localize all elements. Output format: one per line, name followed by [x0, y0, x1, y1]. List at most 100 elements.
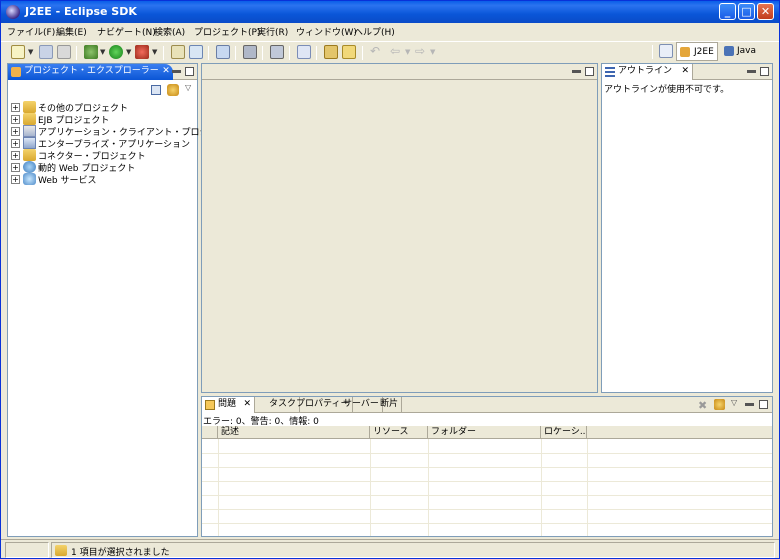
deploy-icon[interactable] [243, 45, 257, 59]
tab-tasks-label: タスク [269, 399, 297, 409]
status-fast-view[interactable] [5, 542, 49, 558]
tab-problems[interactable]: 問題 ✕ [202, 397, 256, 413]
open-file-icon[interactable] [297, 45, 311, 59]
open-perspective-icon[interactable] [659, 44, 673, 58]
run-icon[interactable] [109, 45, 123, 59]
outline-view: アウトライン ✕ アウトラインが使用不可です。 [601, 63, 773, 393]
status-message: 1 項目が選択されました [71, 548, 170, 558]
minimize-view-icon[interactable] [745, 403, 754, 406]
collapse-all-icon[interactable] [151, 85, 161, 95]
link-with-editor-icon[interactable] [167, 84, 179, 96]
maximize-view-icon[interactable] [759, 400, 768, 409]
tab-problems-label: 問題 [218, 399, 237, 409]
toolbar-separator [235, 46, 236, 60]
tab-outline[interactable]: アウトライン ✕ [602, 64, 694, 80]
tab-project-explorer[interactable]: プロジェクト・エクスプローラー ✕ [8, 64, 173, 80]
close-tab-icon[interactable]: ✕ [681, 64, 689, 79]
column-folder[interactable]: フォルダー [428, 426, 541, 439]
perspective-j2ee[interactable]: J2EE [676, 42, 718, 61]
column-resource[interactable]: リソース [370, 426, 428, 439]
forward-dropdown-icon[interactable]: ▼ [430, 48, 435, 56]
column-icon[interactable] [202, 426, 218, 439]
view-menu-icon[interactable]: ▽ [185, 83, 191, 92]
minimize-button[interactable]: _ [719, 3, 736, 20]
expand-icon[interactable]: + [11, 163, 20, 172]
title-bar[interactable]: J2EE - Eclipse SDK _ □ ✕ [1, 1, 779, 23]
debug-icon[interactable] [84, 45, 98, 59]
toolbar-separator [289, 46, 290, 60]
run-dropdown-icon[interactable]: ▼ [126, 48, 131, 56]
pencil-icon[interactable] [342, 45, 356, 59]
outline-icon [605, 67, 615, 77]
maximize-button[interactable]: □ [738, 3, 755, 20]
back-icon[interactable]: ⇦ [390, 45, 404, 59]
editor-area-header [202, 64, 597, 80]
column-description[interactable]: 記述 [218, 426, 370, 439]
maximize-view-icon[interactable] [760, 67, 769, 76]
web-project-icon [23, 161, 36, 173]
expand-icon[interactable]: + [11, 139, 20, 148]
problems-icon [205, 400, 215, 410]
back-dropdown-icon[interactable]: ▼ [405, 48, 410, 56]
toolbar-separator [362, 46, 363, 60]
delete-icon[interactable]: ✖ [698, 399, 707, 412]
grid-line [202, 523, 772, 524]
close-tab-icon[interactable]: ✕ [162, 64, 170, 79]
server-icon[interactable] [270, 45, 284, 59]
expand-icon[interactable]: + [11, 127, 20, 136]
expand-icon[interactable]: + [11, 103, 20, 112]
view-menu-icon[interactable]: ▽ [731, 398, 737, 407]
maximize-view-icon[interactable] [185, 67, 194, 76]
save-icon[interactable] [39, 45, 53, 59]
tree-item-label: Web サービス [38, 176, 97, 186]
maximize-editor-icon[interactable] [585, 67, 594, 76]
expand-icon[interactable]: + [11, 175, 20, 184]
new-icon[interactable] [11, 45, 25, 59]
external-tools-icon[interactable] [135, 45, 149, 59]
menu-navigate[interactable]: ナビゲート(N) [97, 25, 156, 38]
problems-header: 問題 ✕ タスク プロパティー サーバー 断片 ✖ ▽ [202, 397, 772, 413]
menu-window[interactable]: ウィンドウ(W) [296, 25, 357, 38]
external-tools-dropdown-icon[interactable]: ▼ [152, 48, 157, 56]
expand-icon[interactable]: + [11, 151, 20, 160]
column-location[interactable]: ロケーシ... [541, 426, 587, 439]
outline-header: アウトライン ✕ [602, 64, 772, 80]
toolbar-separator [76, 46, 77, 60]
grid-line [202, 495, 772, 496]
menu-run[interactable]: 実行(R) [257, 25, 288, 38]
open-folder-icon[interactable] [324, 45, 338, 59]
perspective-java[interactable]: Java [721, 42, 756, 61]
menu-project[interactable]: プロジェクト(P) [194, 25, 260, 38]
close-tab-icon[interactable]: ✕ [243, 397, 251, 412]
menu-search[interactable]: 検索(A) [154, 25, 185, 38]
problems-view: 問題 ✕ タスク プロパティー サーバー 断片 ✖ ▽ エラー: 0、警告: 0… [201, 396, 773, 537]
minimize-view-icon[interactable] [172, 70, 181, 73]
tab-snippets[interactable]: 断片 [377, 397, 403, 413]
last-edit-icon[interactable]: ↶ [370, 45, 384, 59]
minimize-editor-icon[interactable] [572, 70, 581, 73]
print-icon[interactable] [57, 45, 71, 59]
status-message-area: 1 項目が選択されました [51, 542, 775, 558]
project-explorer-view: プロジェクト・エクスプローラー ✕ ▽ + その他のプロジェクト + EJB プ… [7, 63, 235, 537]
expand-icon[interactable]: + [11, 115, 20, 124]
new-dropdown-icon[interactable]: ▼ [28, 48, 33, 56]
problems-table-header: 記述 リソース フォルダー ロケーシ... [202, 426, 772, 439]
forward-icon[interactable]: ⇨ [415, 45, 429, 59]
java-perspective-icon [724, 46, 734, 56]
new-wizard-icon[interactable] [189, 45, 203, 59]
tab-project-explorer-label: プロジェクト・エクスプローラー [24, 66, 159, 76]
open-type-icon[interactable] [216, 45, 230, 59]
filter-icon[interactable] [714, 399, 725, 410]
menu-file[interactable]: ファイル(F) [7, 25, 55, 38]
grid-line [202, 467, 772, 468]
ejb-icon [23, 113, 36, 125]
new-server-icon[interactable] [171, 45, 185, 59]
minimize-view-icon[interactable] [747, 70, 756, 73]
tab-snippets-label: 断片 [380, 399, 399, 409]
menu-edit[interactable]: 編集(E) [56, 25, 87, 38]
close-button[interactable]: ✕ [757, 3, 774, 20]
project-explorer-icon [11, 67, 21, 77]
debug-dropdown-icon[interactable]: ▼ [100, 48, 105, 56]
menu-help[interactable]: ヘルプ(H) [354, 25, 395, 38]
tab-servers-label: サーバー [343, 399, 379, 409]
